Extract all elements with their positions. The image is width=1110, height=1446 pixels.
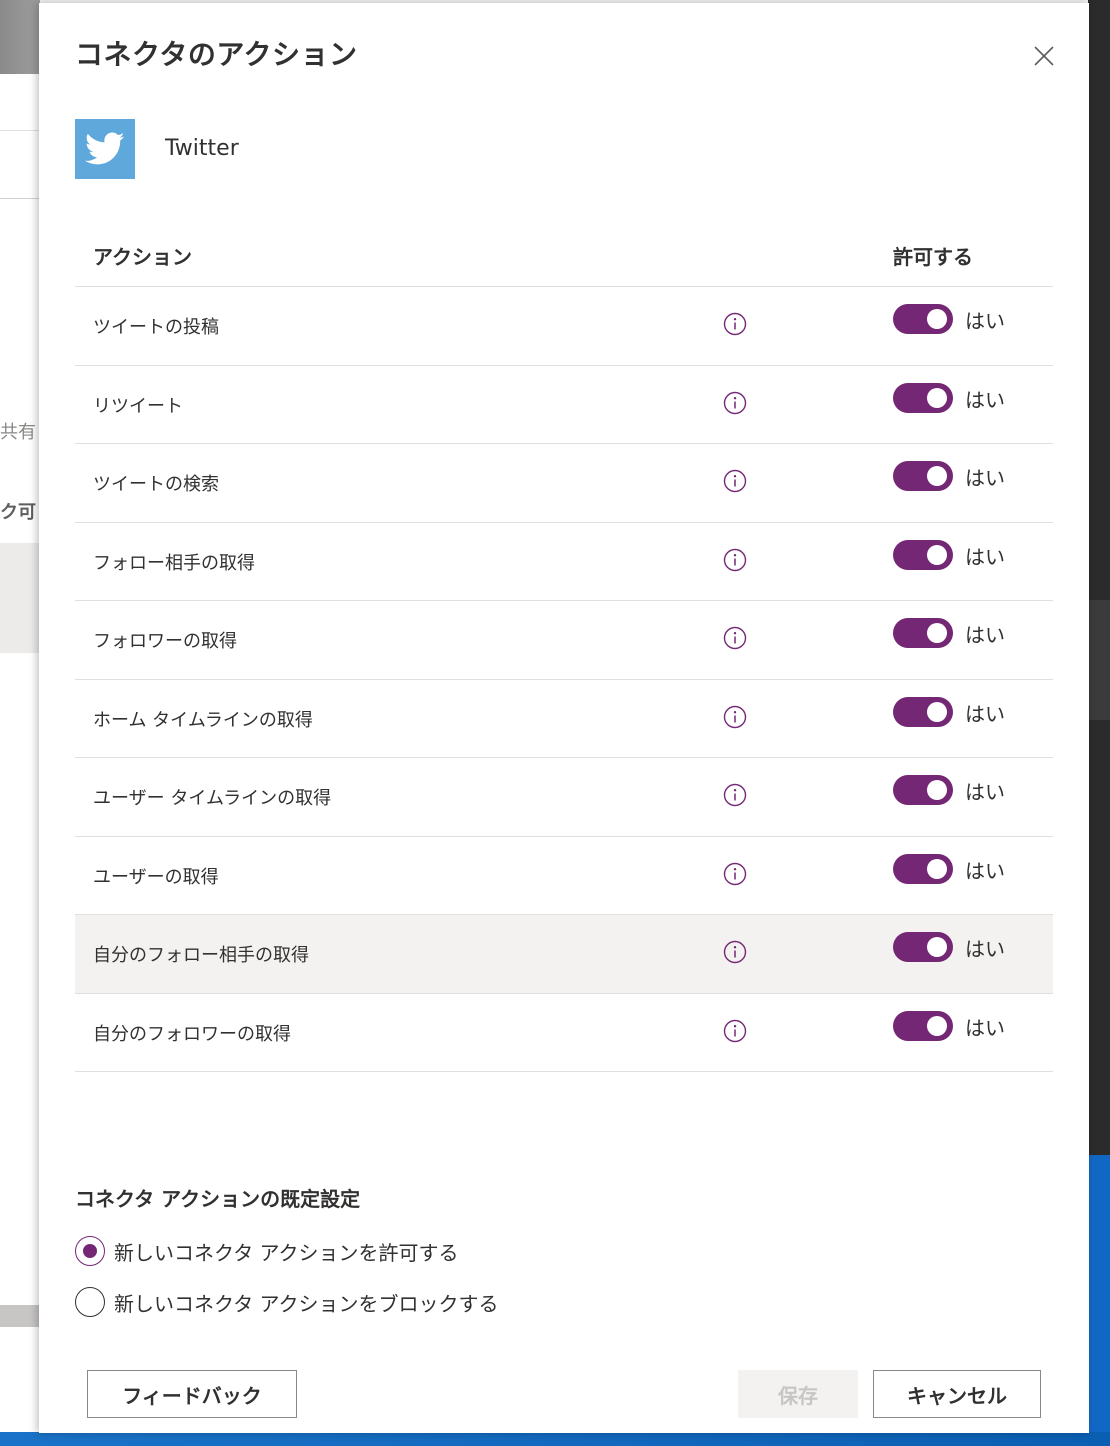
column-header-action: アクション xyxy=(93,245,192,269)
action-label: ホーム タイムラインの取得 xyxy=(93,709,313,731)
table-row: ツイートの投稿 はい xyxy=(75,287,1053,366)
taskbar-edge xyxy=(0,1432,1110,1446)
info-icon[interactable] xyxy=(723,469,747,493)
radio-dot xyxy=(82,1243,97,1258)
radio-button-checked[interactable] xyxy=(75,1236,105,1266)
allow-toggle[interactable] xyxy=(893,304,953,334)
info-icon[interactable] xyxy=(723,940,747,964)
action-label: リツイート xyxy=(93,395,183,417)
connector-name: Twitter xyxy=(165,136,239,161)
table-row: フォロワーの取得 はい xyxy=(75,601,1053,680)
toggle-knob xyxy=(927,544,947,565)
connector-actions-panel: コネクタのアクション Twitter アクション 許可する ツイートの投稿 はいリ… xyxy=(39,3,1089,1433)
table-row: リツイート はい xyxy=(75,366,1053,444)
column-header-allow: 許可する xyxy=(893,245,973,269)
allow-toggle[interactable] xyxy=(893,775,953,805)
toggle-state-text: はい xyxy=(965,623,1005,647)
table-row: ツイートの検索 はい xyxy=(75,444,1053,523)
info-icon[interactable] xyxy=(723,783,747,807)
background-text-partial: ク可 xyxy=(0,502,36,523)
panel-title: コネクタのアクション xyxy=(75,38,358,71)
toggle-state-text: はい xyxy=(965,858,1005,883)
action-label: フォロー相手の取得 xyxy=(93,552,255,574)
toggle-state-text: はい xyxy=(965,466,1005,490)
background-desktop-window xyxy=(1088,600,1110,720)
feedback-button[interactable]: フィードバック xyxy=(87,1370,297,1418)
toggle-state-text: はい xyxy=(965,544,1005,569)
toggle-knob xyxy=(927,701,947,722)
table-row: フォロー相手の取得 はい xyxy=(75,523,1053,601)
toggle-knob xyxy=(927,387,947,408)
toggle-state-text: はい xyxy=(965,309,1005,333)
info-icon[interactable] xyxy=(723,705,747,729)
info-icon[interactable] xyxy=(723,312,747,336)
allow-toggle[interactable] xyxy=(893,382,953,413)
toggle-knob xyxy=(927,466,947,486)
background-header xyxy=(0,0,40,74)
twitter-bird-icon xyxy=(85,132,125,165)
toggle-knob xyxy=(927,858,947,879)
action-label: ユーザーの取得 xyxy=(93,866,219,888)
radio-block-new-actions[interactable]: 新しいコネクタ アクションをブロックする xyxy=(75,1286,499,1318)
table-row: 自分のフォロー相手の取得 はい xyxy=(75,915,1053,994)
action-label: ユーザー タイムラインの取得 xyxy=(93,788,332,809)
table-header: アクション 許可する xyxy=(75,217,1053,287)
allow-toggle[interactable] xyxy=(893,539,953,570)
toggle-state-text: はい xyxy=(965,1015,1005,1040)
radio-label: 新しいコネクタ アクションを許可する xyxy=(114,1240,459,1265)
background-divider xyxy=(0,130,40,131)
toggle-knob xyxy=(927,623,947,643)
toggle-state-text: はい xyxy=(965,387,1005,412)
action-label: ツイートの検索 xyxy=(93,474,219,495)
toggle-knob xyxy=(927,780,947,800)
allow-toggle[interactable] xyxy=(893,618,953,648)
table-row: 自分のフォロワーの取得 はい xyxy=(75,994,1053,1072)
table-row: ユーザーの取得 はい xyxy=(75,837,1053,915)
table-body: ツイートの投稿 はい リツイート はい ツイートの検索 はい フォロー相手の取得 はい フォロワ… xyxy=(75,287,1053,1072)
actions-table: アクション 許可する ツイートの投稿 はい リツイート はい ツイートの検索 はい フォロー… xyxy=(75,217,1053,1072)
close-icon xyxy=(1034,46,1054,66)
info-icon[interactable] xyxy=(723,862,747,886)
background-divider xyxy=(0,198,40,199)
toggle-knob xyxy=(927,1015,947,1036)
info-icon[interactable] xyxy=(723,1019,747,1043)
allow-toggle[interactable] xyxy=(893,932,953,962)
cancel-button[interactable]: キャンセル xyxy=(873,1370,1041,1418)
action-label: ツイートの投稿 xyxy=(93,317,219,338)
twitter-logo xyxy=(75,119,135,179)
allow-toggle[interactable] xyxy=(893,853,953,884)
background-scrollbar xyxy=(0,1305,40,1327)
radio-label: 新しいコネクタ アクションをブロックする xyxy=(114,1291,499,1316)
background-text-shared: 共有 xyxy=(0,422,36,443)
toggle-knob xyxy=(927,309,947,329)
toggle-state-text: はい xyxy=(965,701,1005,726)
allow-toggle[interactable] xyxy=(893,461,953,491)
defaults-section-title: コネクタ アクションの既定設定 xyxy=(75,1187,361,1211)
background-desktop-wallpaper xyxy=(1088,1155,1110,1446)
allow-toggle[interactable] xyxy=(893,696,953,727)
action-label: 自分のフォロー相手の取得 xyxy=(93,945,309,966)
toggle-state-text: はい xyxy=(965,937,1005,961)
radio-button-unchecked[interactable] xyxy=(75,1287,105,1317)
allow-toggle[interactable] xyxy=(893,1010,953,1041)
background-selected-row xyxy=(0,543,40,653)
info-icon[interactable] xyxy=(723,626,747,650)
action-label: フォロワーの取得 xyxy=(93,631,237,652)
close-button[interactable] xyxy=(1029,41,1059,71)
action-label: 自分のフォロワーの取得 xyxy=(93,1023,291,1045)
toggle-knob xyxy=(927,937,947,957)
background-page: 共有 ク可 xyxy=(0,0,40,1446)
info-icon[interactable] xyxy=(723,548,747,572)
save-button[interactable]: 保存 xyxy=(738,1370,858,1418)
table-row: ユーザー タイムラインの取得 はい xyxy=(75,758,1053,837)
toggle-state-text: はい xyxy=(965,780,1005,804)
info-icon[interactable] xyxy=(723,391,747,415)
radio-allow-new-actions[interactable]: 新しいコネクタ アクションを許可する xyxy=(75,1235,459,1267)
table-row: ホーム タイムラインの取得 はい xyxy=(75,680,1053,758)
